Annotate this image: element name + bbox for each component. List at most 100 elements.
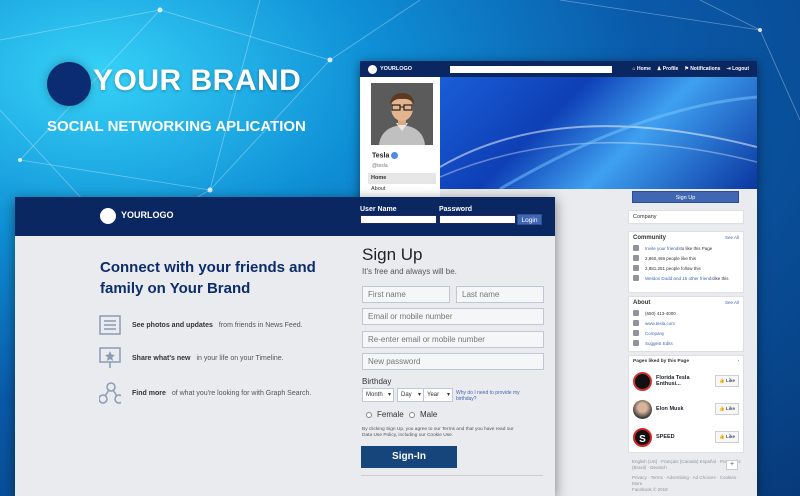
graph-search-icon xyxy=(99,382,121,404)
feature-text: in your life on your Timeline. xyxy=(196,354,284,362)
divider xyxy=(361,475,543,476)
add-language-button[interactable]: + xyxy=(726,460,738,470)
community-card: Community See All Invite your friends to … xyxy=(628,231,744,293)
page-category: Company xyxy=(633,214,657,220)
pencil-icon xyxy=(633,340,639,346)
footer-copyright: Facebook © 2018 xyxy=(632,487,668,492)
signup-title: Sign Up xyxy=(362,245,423,264)
feature-bold: Share what's new xyxy=(132,354,191,362)
signup-subtitle: It's free and always will be. xyxy=(362,267,457,276)
thumbs-up-icon xyxy=(633,255,639,261)
username-label: User Name xyxy=(360,206,397,213)
invite-friends-link[interactable]: Invite your friends xyxy=(645,246,681,251)
menu-item-about[interactable]: About xyxy=(368,184,436,195)
nav-notifications-link[interactable]: ⚑ Notifications xyxy=(684,66,720,72)
feature-graph-search: Find more of what you're looking for wit… xyxy=(99,382,311,404)
friends-icon xyxy=(633,275,639,281)
suggest-edits-link[interactable]: Suggest Edits xyxy=(645,341,673,346)
feature-timeline: Share what's new in your life on your Ti… xyxy=(99,347,284,369)
liked-page-item[interactable]: S SPEED 👍 Like xyxy=(633,426,739,448)
menu-item-home[interactable]: Home xyxy=(368,173,436,184)
liked-page-name[interactable]: Elon Musk xyxy=(656,406,715,412)
signup-nav-logo[interactable]: YOURLOGO xyxy=(121,210,174,220)
community-see-all[interactable]: See All xyxy=(725,235,739,241)
profile-handle: @tesla xyxy=(372,163,388,169)
liked-page-name[interactable]: SPEED xyxy=(656,434,715,440)
friends-like-link[interactable]: Weldon Dodd and 15 other friends xyxy=(645,276,713,281)
community-row: Invite your friends to like this Page xyxy=(633,245,739,251)
nav-logout-link[interactable]: ⇥ Logout xyxy=(726,66,749,72)
about-see-all[interactable]: See All xyxy=(725,300,739,306)
female-radio[interactable]: Female xyxy=(366,410,404,419)
profile-menu: Home About xyxy=(368,173,436,195)
logo-icon xyxy=(100,208,116,224)
signup-window: YOURLOGO User Name Password Login Connec… xyxy=(15,197,555,496)
signup-nav-bar: YOURLOGO User Name Password Login xyxy=(15,197,555,236)
verified-icon xyxy=(391,152,399,159)
florida-tesla-avatar xyxy=(633,371,652,391)
liked-pages-title: Pages liked by this Page xyxy=(633,359,689,364)
feature-text: from friends in News Feed. xyxy=(218,321,303,329)
chevron-right-icon[interactable]: › xyxy=(737,359,739,364)
first-name-field[interactable]: First name xyxy=(362,286,450,303)
year-select[interactable]: Year xyxy=(423,388,453,402)
follow-icon xyxy=(633,265,639,271)
like-button[interactable]: 👍 Like xyxy=(715,375,739,387)
email-field[interactable]: Email or mobile number xyxy=(362,308,544,325)
phone-icon xyxy=(633,310,639,316)
community-title: Community xyxy=(633,235,666,241)
building-icon xyxy=(633,330,639,336)
last-name-field[interactable]: Last name xyxy=(456,286,544,303)
avatar-illustration xyxy=(371,83,433,145)
nav-profile-link[interactable]: ♟ Profile xyxy=(657,66,678,72)
brand-logo-circle xyxy=(47,62,91,106)
invite-icon xyxy=(633,245,639,251)
logo-icon xyxy=(368,64,377,74)
category-card: Company xyxy=(628,210,744,224)
password-input[interactable] xyxy=(439,215,516,224)
male-radio[interactable]: Male xyxy=(409,410,437,419)
month-select[interactable]: Month xyxy=(362,388,394,402)
radio-icon[interactable] xyxy=(366,411,372,418)
signup-headline: Connect with your friends and family on … xyxy=(100,259,316,297)
community-row: 2,860,469 people like this xyxy=(633,255,739,261)
sign-in-button[interactable]: Sign-In xyxy=(361,446,457,468)
about-card: About See All (650) 413-4000 www.tesla.co… xyxy=(628,296,744,352)
footer-links[interactable]: Privacy · Terms · Advertising · Ad Choic… xyxy=(632,475,744,487)
password-label: Password xyxy=(439,206,473,213)
reenter-email-field[interactable]: Re-enter email or mobile number xyxy=(362,331,544,348)
community-row: 2,881,251 people follow this xyxy=(633,265,739,271)
search-input[interactable] xyxy=(450,65,613,73)
nav-home-link[interactable]: ⌂ Home xyxy=(633,66,651,72)
profile-left-column: Tesla @tesla Home About xyxy=(360,77,440,212)
like-button[interactable]: 👍 Like xyxy=(715,431,739,443)
radio-icon[interactable] xyxy=(409,411,415,418)
username-input[interactable] xyxy=(360,215,437,224)
news-feed-icon xyxy=(99,314,121,336)
globe-icon xyxy=(633,320,639,326)
about-website[interactable]: www.tesla.com xyxy=(645,321,675,326)
day-select[interactable]: Day xyxy=(397,388,424,402)
like-button[interactable]: 👍 Like xyxy=(715,403,739,415)
liked-page-name[interactable]: Florida Tesla Enthusi... xyxy=(656,375,715,387)
brand-title: YOUR BRAND xyxy=(93,64,302,97)
community-row: Weldon Dodd and 15 other friends like th… xyxy=(633,275,739,281)
profile-sign-up-button[interactable]: Sign Up xyxy=(632,191,739,203)
about-category[interactable]: Company xyxy=(645,331,664,336)
terms-text: By clicking Sign Up, you agree to our Te… xyxy=(362,427,514,438)
why-birthday-link[interactable]: Why do I need to provide my birthday? xyxy=(456,390,536,402)
profile-avatar[interactable] xyxy=(369,81,435,147)
elon-musk-avatar xyxy=(633,399,652,419)
liked-page-item[interactable]: Elon Musk 👍 Like xyxy=(633,398,739,420)
speed-avatar: S xyxy=(633,427,652,447)
liked-page-item[interactable]: Florida Tesla Enthusi... 👍 Like xyxy=(633,370,739,392)
new-password-field[interactable]: New password xyxy=(362,353,544,370)
login-button[interactable]: Login xyxy=(517,214,542,225)
feature-photos: See photos and updates from friends in N… xyxy=(99,314,303,336)
cover-photo xyxy=(440,77,757,189)
about-phone: (650) 413-4000 xyxy=(645,310,676,316)
feature-text: of what you're looking for with Graph Se… xyxy=(171,389,312,397)
feature-bold: See photos and updates xyxy=(132,321,213,329)
timeline-icon xyxy=(99,347,121,369)
profile-nav-logo[interactable]: YOURLOGO xyxy=(380,66,412,72)
